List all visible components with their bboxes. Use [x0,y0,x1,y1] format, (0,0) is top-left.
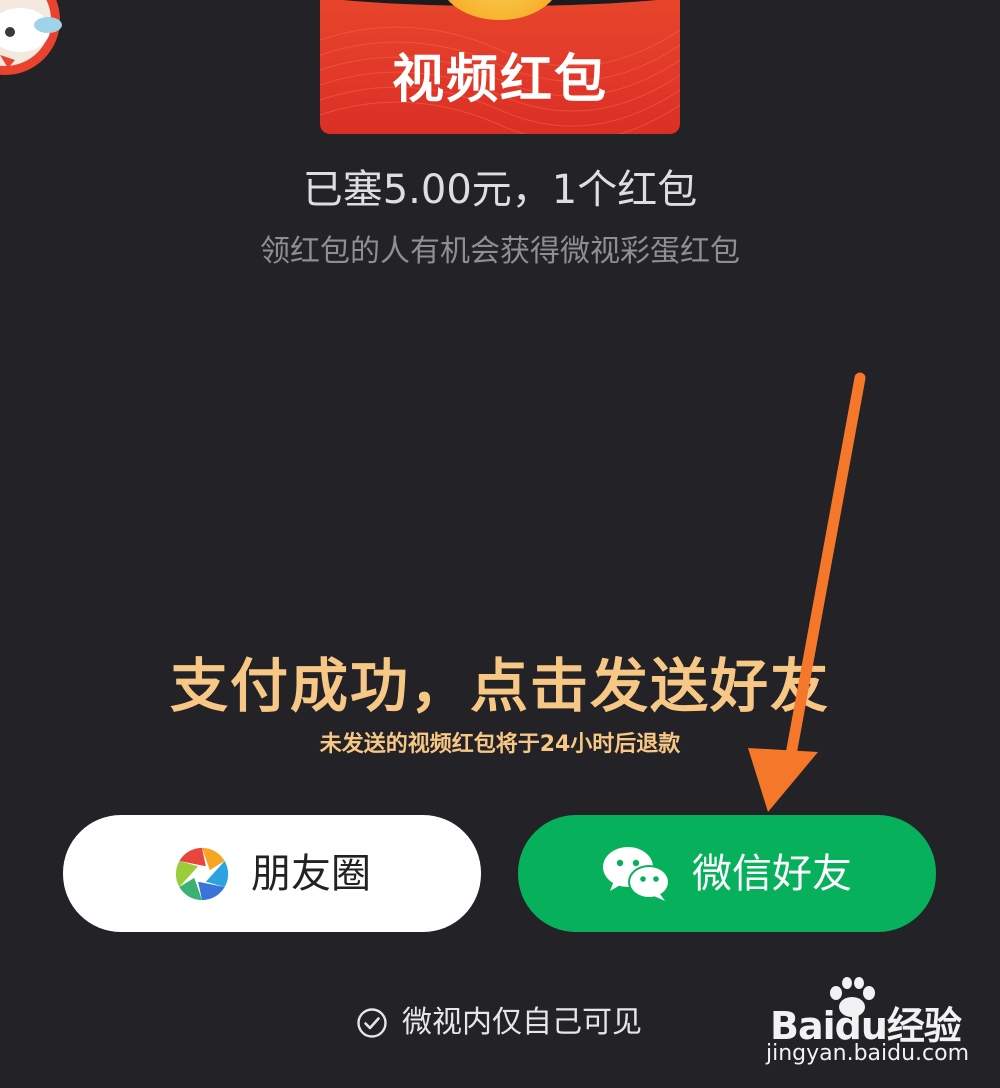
video-red-packet-card: 讯 视频红包 [320,0,680,134]
mascot-sticker-icon [0,0,62,75]
wechat-moments-icon [175,847,229,900]
share-wechat-friends-button[interactable]: 微信好友 [518,815,936,932]
wechat-icon [603,846,670,901]
share-moments-button[interactable]: 朋友圈 [63,815,481,932]
share-moments-label: 朋友圈 [251,850,371,897]
red-packet-title: 视频红包 [391,50,608,110]
refund-note: 未发送的视频红包将于24小时后退款 [319,732,681,757]
private-visibility-label: 微视内仅自己可见 [402,1005,642,1040]
bonus-hint: 领红包的人有机会获得微视彩蛋红包 [260,234,740,269]
coin-character: 讯 [440,0,560,2]
share-wechat-friends-label: 微信好友 [692,850,852,897]
watermark-url: jingyan.baidu.com [766,1041,970,1066]
private-visibility-toggle[interactable]: 微视内仅自己可见 [356,1000,642,1046]
baidu-jingyan-watermark: Baidu经验 jingyan.baidu.com [760,975,990,1075]
amount-summary: 已塞5.00元，1个红包 [302,167,698,213]
check-circle-icon [357,1008,387,1038]
payment-success-title: 支付成功，点击发送好友 [169,652,830,720]
